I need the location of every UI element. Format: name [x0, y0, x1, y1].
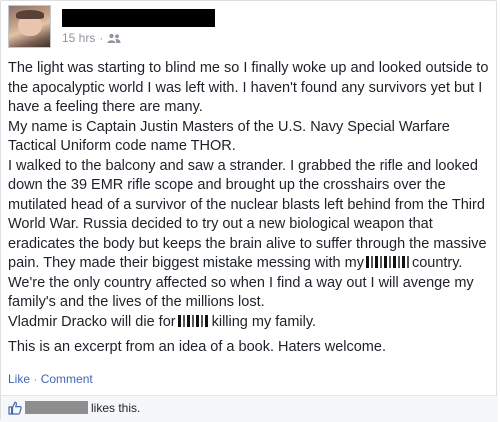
avatar[interactable]	[8, 5, 51, 48]
post-text: I walked to the balcony and saw a strand…	[8, 157, 487, 272]
post-paragraph: Vladmir Dracko will die for killing my fa…	[8, 313, 492, 333]
meta-separator: ·	[99, 31, 104, 45]
comment-button[interactable]: Comment	[41, 372, 93, 386]
post-meta: 15 hrs ·	[62, 31, 121, 45]
post-actions: Like · Comment	[8, 372, 93, 386]
timestamp[interactable]: 15 hrs	[62, 31, 95, 45]
post-header: 15 hrs ·	[8, 5, 488, 49]
redacted-author-name[interactable]	[62, 9, 215, 27]
post-content: The light was starting to blind me so I …	[8, 59, 492, 358]
post-paragraph: My name is Captain Justin Masters of the…	[8, 118, 450, 155]
actions-separator: ·	[33, 372, 38, 386]
post-paragraph: I walked to the balcony and saw a strand…	[8, 157, 492, 313]
post-card: 15 hrs · The light was starting to blind…	[0, 0, 498, 422]
post-text: killing my family.	[211, 313, 317, 330]
redacted-likers[interactable]	[25, 401, 88, 414]
likes-text: likes this.	[91, 401, 141, 415]
likes-bar: likes this.	[1, 395, 498, 422]
post-paragraph: This is an excerpt from an idea of a boo…	[8, 339, 386, 355]
redacted-word	[177, 314, 210, 327]
post-paragraph: The light was starting to blind me so I …	[8, 60, 489, 115]
like-button[interactable]: Like	[8, 372, 30, 386]
post-text: Vladmir Dracko will die for	[8, 313, 176, 330]
friends-icon[interactable]	[107, 33, 121, 43]
thumbs-up-icon	[8, 401, 22, 415]
redacted-word	[365, 256, 410, 268]
